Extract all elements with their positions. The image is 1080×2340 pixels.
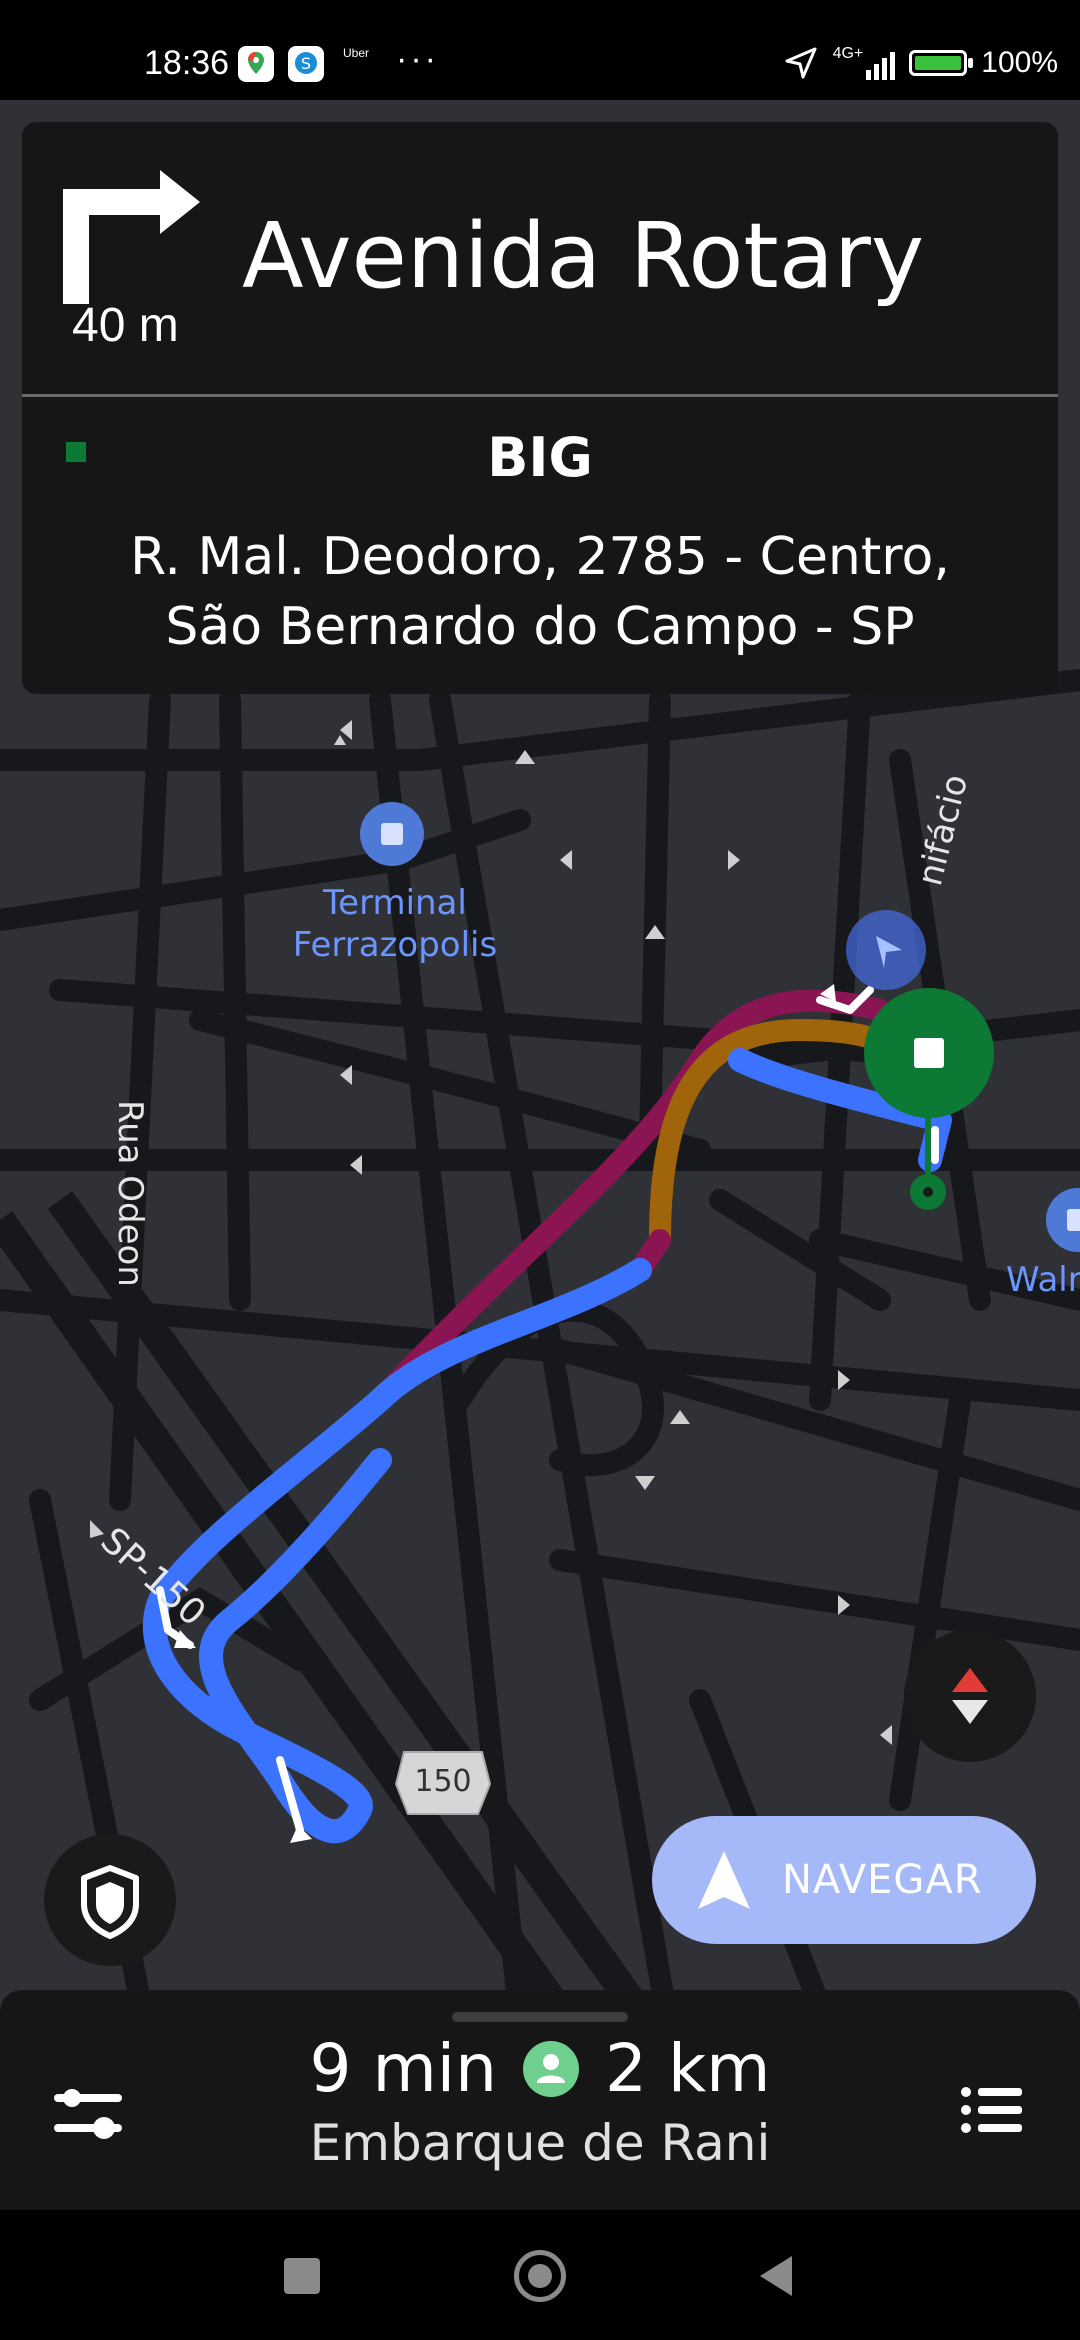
system-navigation-bar	[0, 2210, 1080, 2340]
trip-summary: 9 min 2 km	[0, 2030, 1080, 2107]
poi-terminal-line2: Ferrazopolis	[292, 925, 498, 965]
status-time: 18:36	[144, 44, 230, 82]
poi-walmart-label[interactable]: Walr	[1006, 1260, 1080, 1300]
trip-distance: 2 km	[604, 2030, 771, 2107]
recents-button[interactable]	[284, 2258, 320, 2294]
trip-bottom-sheet[interactable]: 9 min 2 km Embarque de Rani	[0, 1990, 1080, 2210]
signal-icon: 4G+	[833, 46, 896, 80]
status-right-cluster: 4G+ 100%	[783, 38, 1058, 88]
uber-icon: Uber	[338, 46, 374, 82]
turn-instruction: 40 m Avenida Rotary	[22, 122, 1058, 394]
navigation-arrow-icon	[698, 1851, 750, 1909]
list-icon	[961, 2087, 1022, 2133]
current-location-icon	[846, 910, 926, 990]
trip-eta: 9 min	[309, 2030, 497, 2107]
battery-icon	[909, 50, 974, 76]
destination-name: BIG	[487, 426, 593, 489]
location-icon	[785, 47, 817, 79]
street-name: Avenida Rotary	[242, 204, 925, 309]
turn-right-icon	[63, 170, 200, 304]
network-type: 4G+	[832, 45, 864, 62]
more-notifications-icon: ···	[396, 40, 439, 78]
highway-shield-number: 150	[414, 1764, 472, 1799]
address-line2: São Bernardo do Campo - SP	[165, 597, 915, 657]
destination-pin-icon[interactable]	[864, 988, 994, 1118]
navigation-card: 40 m Avenida Rotary BIG R. Mal. Deodoro,…	[22, 122, 1058, 694]
status-bar: 18:36 S Uber ··· 4G+ 100%	[0, 0, 1080, 100]
maps-icon	[238, 46, 274, 82]
shield-icon	[81, 1865, 139, 1939]
safety-button[interactable]	[44, 1834, 176, 1966]
back-button[interactable]	[756, 2254, 796, 2298]
compass-button[interactable]	[904, 1630, 1036, 1762]
navegar-button[interactable]: NAVEGAR	[652, 1816, 1036, 1944]
street-label-odeon: Rua Odeon	[110, 1100, 150, 1287]
address-line1: R. Mal. Deodoro, 2785 - Centro,	[130, 527, 950, 587]
trip-list-button[interactable]	[952, 2070, 1032, 2150]
poi-terminal-label[interactable]: Terminal Ferrazopolis	[260, 882, 530, 966]
home-button[interactable]	[514, 2250, 566, 2302]
rider-icon	[522, 2040, 579, 2097]
compass-icon	[952, 1668, 988, 1724]
sheet-drag-handle[interactable]	[452, 2012, 628, 2022]
svg-text:S: S	[301, 54, 311, 73]
s-app-icon: S	[288, 46, 324, 82]
battery-percent: 100%	[981, 46, 1058, 79]
poi-terminal-line1: Terminal	[323, 883, 467, 923]
poi-terminal-icon[interactable]	[360, 802, 424, 866]
turn-distance: 40 m	[72, 299, 179, 352]
highway-shield: 150	[394, 1748, 492, 1818]
navegar-label: NAVEGAR	[782, 1857, 983, 1903]
card-divider	[22, 394, 1058, 397]
trip-subtitle: Embarque de Rani	[309, 2114, 771, 2172]
destination-address: R. Mal. Deodoro, 2785 - Centro, São Bern…	[22, 522, 1058, 662]
